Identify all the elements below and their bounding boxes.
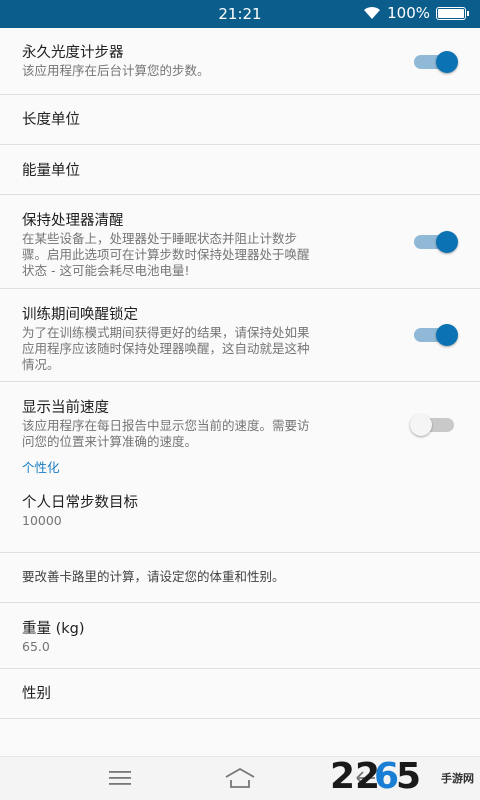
training-wakelock-toggle[interactable] (414, 324, 458, 346)
battery-icon (436, 6, 469, 20)
setting-energy-unit[interactable]: 能量单位 (0, 145, 480, 195)
setting-summary-line: 骤。启用此选项可在计算步数时保持处理器处于唤醒 (22, 247, 310, 262)
svg-text:22: 22 (330, 756, 380, 796)
battery-percent: 100% (387, 4, 430, 22)
info-text: 要改善卡路里的计算，请设定您的体重和性别。 (22, 569, 285, 584)
setting-daily-step-goal[interactable]: 个人日常步数目标 10000 (0, 487, 480, 553)
setting-training-wakelock[interactable]: 训练期间唤醒锁定 为了在训练模式期间获得更好的结果，请保持处如果 应用程序应该随… (0, 289, 480, 382)
setting-summary-line: 情况。 (22, 357, 60, 372)
setting-summary-line: 在某些设备上，处理器处于睡眠状态并阻止计数步 (22, 231, 298, 246)
setting-summary-line: 为了在训练模式期间获得更好的结果，请保持处如果 (22, 325, 310, 340)
setting-summary-line: 应用程序应该随时保持处理器唤醒，这自动就是这种 (22, 341, 310, 356)
menu-icon[interactable] (108, 769, 132, 787)
setting-show-speed[interactable]: 显示当前速度 该应用程序在每日报告中显示您当前的速度。需要访 问您的位置来计算准… (0, 382, 480, 457)
setting-summary-line: 该应用程序在每日报告中显示您当前的速度。需要访 (22, 418, 310, 433)
setting-weight[interactable]: 重量 (kg) 65.0 (0, 603, 480, 669)
setting-gender[interactable]: 性别 (0, 669, 480, 719)
setting-title: 永久光度计步器 (22, 45, 124, 61)
setting-summary-line: 问您的位置来计算准确的速度。 (22, 434, 198, 449)
setting-title: 性别 (22, 686, 51, 702)
watermark-logo: 22 6 5 手游网 (328, 752, 478, 797)
status-bar: 21:21 100% (0, 0, 480, 28)
setting-length-unit[interactable]: 长度单位 (0, 95, 480, 145)
status-icons: 100% (363, 4, 469, 22)
setting-title: 长度单位 (22, 112, 80, 128)
toggle-knob (436, 324, 458, 346)
svg-text:5: 5 (396, 756, 421, 796)
settings-list[interactable]: 永久光度计步器 该应用程序在后台计算您的步数。 长度单位 能量单位 保持处理器清… (0, 28, 480, 756)
setting-summary-line: 状态 - 这可能会耗尽电池电量! (22, 263, 190, 278)
setting-title: 保持处理器清醒 (22, 213, 124, 229)
permanent-pedometer-toggle[interactable] (414, 51, 458, 73)
setting-value: 65.0 (22, 639, 50, 654)
setting-value: 10000 (22, 513, 62, 528)
setting-title: 能量单位 (22, 163, 80, 179)
show-speed-toggle[interactable] (410, 414, 454, 436)
keep-cpu-awake-toggle[interactable] (414, 231, 458, 253)
watermark-domain: 手游网 (441, 772, 474, 785)
setting-title: 显示当前速度 (22, 400, 109, 416)
info-text-row: 要改善卡路里的计算，请设定您的体重和性别。 (0, 553, 480, 603)
toggle-knob (410, 414, 432, 436)
setting-summary: 该应用程序在后台计算您的步数。 (22, 63, 210, 78)
setting-title: 重量 (kg) (22, 621, 85, 637)
wifi-icon (364, 6, 381, 19)
setting-title: 训练期间唤醒锁定 (22, 307, 138, 323)
section-header-personalization: 个性化 (22, 460, 60, 475)
setting-keep-cpu-awake[interactable]: 保持处理器清醒 在某些设备上，处理器处于睡眠状态并阻止计数步 骤。启用此选项可在… (0, 195, 480, 289)
toggle-knob (436, 231, 458, 253)
toggle-knob (436, 51, 458, 73)
setting-permanent-pedometer[interactable]: 永久光度计步器 该应用程序在后台计算您的步数。 (0, 28, 480, 95)
home-icon[interactable] (224, 767, 256, 789)
setting-title: 个人日常步数目标 (22, 495, 138, 511)
